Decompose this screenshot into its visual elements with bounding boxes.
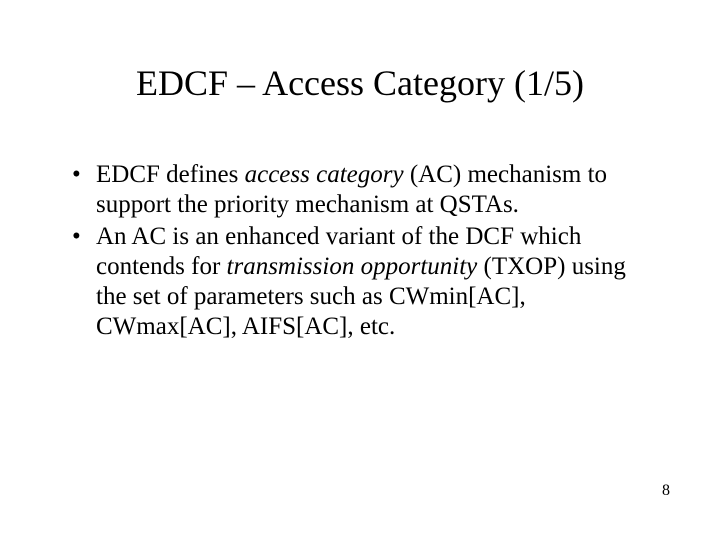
italic-run: access category [245, 161, 404, 188]
bullet-item: • An AC is an enhanced variant of the DC… [72, 222, 658, 342]
slide-title: EDCF – Access Category (1/5) [0, 62, 720, 104]
bullet-text: EDCF defines access category (AC) mechan… [96, 160, 658, 220]
bullet-item: • EDCF defines access category (AC) mech… [72, 160, 658, 220]
bullet-marker: • [72, 160, 96, 220]
text-run: EDCF defines [96, 161, 245, 188]
bullet-text: An AC is an enhanced variant of the DCF … [96, 222, 658, 342]
page-number: 8 [662, 482, 670, 500]
slide: EDCF – Access Category (1/5) • EDCF defi… [0, 0, 720, 540]
slide-body: • EDCF defines access category (AC) mech… [72, 160, 658, 344]
italic-run: transmission opportunity [227, 253, 478, 280]
bullet-marker: • [72, 222, 96, 342]
